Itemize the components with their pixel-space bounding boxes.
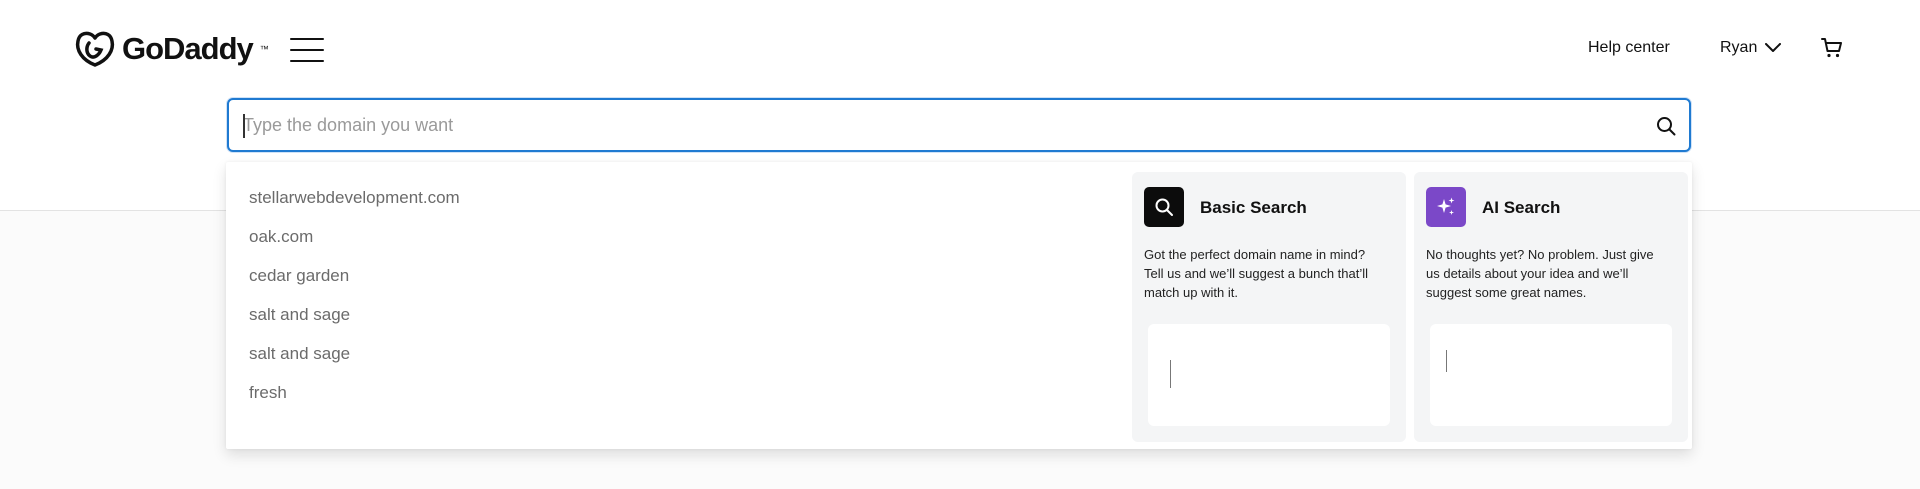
ai-search-description: No thoughts yet? No problem. Just give u…	[1426, 247, 1654, 300]
preview-cursor	[1170, 360, 1171, 388]
basic-search-description: Got the perfect domain name in mind? Tel…	[1144, 247, 1369, 300]
sparkle-icon	[1437, 197, 1455, 215]
domain-search-box	[227, 98, 1691, 152]
hamburger-menu-icon[interactable]	[290, 38, 324, 62]
godaddy-logo-icon	[75, 31, 115, 67]
shopping-cart-icon[interactable]	[1821, 37, 1843, 59]
search-dropdown: stellarwebdevelopment.com oak.com cedar …	[226, 162, 1692, 449]
basic-search-icon-badge	[1144, 187, 1184, 227]
site-header: GoDaddy ™ Help center Ryan	[0, 0, 1920, 100]
logo-trademark: ™	[259, 44, 269, 54]
text-cursor	[243, 114, 245, 138]
suggestion-item[interactable]: salt and sage	[249, 344, 460, 383]
help-center-link[interactable]: Help center	[1588, 39, 1670, 57]
suggestion-item[interactable]: fresh	[249, 383, 460, 422]
preview-cursor	[1446, 350, 1447, 372]
search-icon[interactable]	[1656, 116, 1676, 136]
menu-line	[290, 49, 324, 51]
menu-line	[290, 38, 324, 40]
domain-search-input[interactable]	[243, 108, 1623, 142]
basic-search-card[interactable]: Basic Search Got the perfect domain name…	[1132, 172, 1406, 442]
ai-search-title: AI Search	[1482, 198, 1561, 217]
ai-search-card[interactable]: AI Search No thoughts yet? No problem. J…	[1414, 172, 1688, 442]
ai-search-icon-badge	[1426, 187, 1466, 227]
chevron-down-icon	[1765, 43, 1782, 52]
godaddy-logo[interactable]: GoDaddy ™	[74, 30, 269, 68]
menu-line	[290, 60, 324, 62]
search-icon	[1155, 198, 1173, 216]
ai-search-preview	[1430, 324, 1672, 426]
basic-search-preview	[1148, 324, 1390, 426]
user-menu-button[interactable]: Ryan	[1720, 39, 1782, 57]
suggestion-item[interactable]: stellarwebdevelopment.com	[249, 188, 460, 227]
basic-search-title: Basic Search	[1200, 198, 1307, 217]
recent-search-list: stellarwebdevelopment.com oak.com cedar …	[249, 188, 460, 422]
user-name: Ryan	[1720, 39, 1758, 56]
suggestion-item[interactable]: oak.com	[249, 227, 460, 266]
suggestion-item[interactable]: salt and sage	[249, 305, 460, 344]
suggestion-item[interactable]: cedar garden	[249, 266, 460, 305]
logo-wordmark: GoDaddy	[122, 31, 254, 66]
